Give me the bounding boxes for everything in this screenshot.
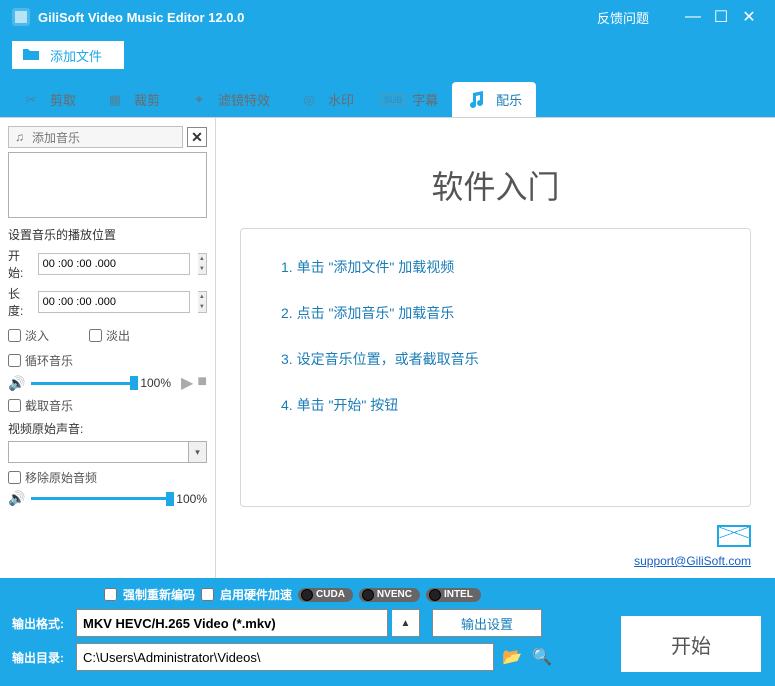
remove-original-checkbox[interactable] — [8, 471, 21, 484]
bottom-bar: 强制重新编码 启用硬件加速 CUDA NVENC INTEL 输出格式: MKV… — [0, 578, 775, 686]
start-button[interactable]: 开始 — [621, 616, 761, 672]
length-time-spinner[interactable]: ▲▼ — [198, 291, 207, 313]
add-music-label: 添加音乐 — [32, 129, 80, 146]
maximize-button[interactable]: ☐ — [707, 7, 735, 27]
dir-label: 输出目录: — [12, 649, 72, 666]
folder-add-icon — [22, 47, 40, 64]
volume-icon: 🔊 — [8, 490, 25, 507]
tab-cut-label: 剪取 — [50, 90, 76, 109]
title-bar: GiliSoft Video Music Editor 12.0.0 反馈问题 … — [0, 0, 775, 34]
tab-subtitle-label: 字幕 — [412, 90, 438, 109]
format-label: 输出格式: — [12, 615, 72, 632]
minimize-button[interactable]: — — [679, 8, 707, 26]
crop-icon: ▦ — [104, 91, 126, 109]
volume-icon: 🔊 — [8, 375, 25, 392]
music-icon: ♫ — [15, 130, 24, 144]
tab-subtitle[interactable]: SUB 字幕 — [368, 82, 452, 117]
tab-bar: ✂ 剪取 ▦ 裁剪 ✦ 滤镜特效 ◎ 水印 SUB 字幕 配乐 — [0, 76, 775, 118]
tab-crop-label: 裁剪 — [134, 90, 160, 109]
start-label: 开始: — [8, 247, 30, 281]
fade-out-checkbox[interactable] — [89, 329, 102, 342]
app-logo-icon — [12, 8, 30, 26]
wand-icon: ✦ — [188, 91, 210, 109]
guide-step-4: 4. 单击 "开始" 按钮 — [281, 395, 710, 415]
tab-music-label: 配乐 — [496, 90, 522, 109]
open-folder-button[interactable]: 🔍 — [530, 647, 554, 667]
browse-folder-button[interactable]: 📂 — [500, 647, 524, 667]
remove-original-label: 移除原始音频 — [25, 469, 97, 486]
tab-music[interactable]: 配乐 — [452, 82, 536, 117]
tab-cut[interactable]: ✂ 剪取 — [6, 82, 90, 117]
output-settings-button[interactable]: 输出设置 — [432, 609, 542, 637]
close-button[interactable]: ✕ — [735, 7, 763, 27]
tab-watermark-label: 水印 — [328, 90, 354, 109]
guide-box: 1. 单击 "添加文件" 加载视频 2. 点击 "添加音乐" 加载音乐 3. 设… — [240, 228, 751, 507]
start-time-input[interactable] — [38, 253, 190, 275]
fade-in-label: 淡入 — [25, 327, 49, 344]
original-volume-value: 100% — [176, 492, 207, 506]
fade-in-checkbox[interactable] — [8, 329, 21, 342]
original-audio-label: 视频原始声音: — [8, 420, 207, 437]
loop-label: 循环音乐 — [25, 352, 73, 369]
app-title: GiliSoft Video Music Editor 12.0.0 — [38, 10, 597, 25]
music-note-icon — [466, 91, 488, 109]
position-section-label: 设置音乐的播放位置 — [8, 226, 207, 243]
content-area: 软件入门 1. 单击 "添加文件" 加载视频 2. 点击 "添加音乐" 加载音乐… — [216, 118, 775, 578]
intel-badge: INTEL — [426, 588, 481, 602]
intercept-checkbox[interactable] — [8, 399, 21, 412]
watermark-icon: ◎ — [298, 91, 320, 109]
guide-step-3: 3. 设定音乐位置，或者截取音乐 — [281, 349, 710, 369]
start-time-spinner[interactable]: ▲▼ — [198, 253, 207, 275]
scissors-icon: ✂ — [20, 91, 42, 109]
remove-music-button[interactable]: ✕ — [187, 127, 207, 147]
music-sidebar: ♫ 添加音乐 ✕ 设置音乐的播放位置 开始: ▲▼ 长度: ▲▼ 淡入 淡出 循… — [0, 118, 216, 578]
mail-icon — [717, 525, 751, 547]
format-combo[interactable]: MKV HEVC/H.265 Video (*.mkv) — [76, 609, 388, 637]
add-music-button[interactable]: ♫ 添加音乐 — [8, 126, 183, 148]
subtitle-icon: SUB — [382, 91, 404, 109]
tab-effect-label: 滤镜特效 — [218, 90, 270, 109]
tab-crop[interactable]: ▦ 裁剪 — [90, 82, 174, 117]
music-volume-slider[interactable] — [31, 375, 134, 391]
intercept-label: 截取音乐 — [25, 397, 73, 414]
length-time-input[interactable] — [38, 291, 190, 313]
main-area: ♫ 添加音乐 ✕ 设置音乐的播放位置 开始: ▲▼ 长度: ▲▼ 淡入 淡出 循… — [0, 118, 775, 578]
hw-accel-label: 启用硬件加速 — [220, 586, 292, 603]
add-file-button[interactable]: 添加文件 — [12, 41, 124, 69]
original-volume-slider[interactable] — [31, 491, 170, 507]
tab-effect[interactable]: ✦ 滤镜特效 — [174, 82, 284, 117]
format-dropdown-button[interactable]: ▲ — [392, 609, 420, 637]
hw-accel-checkbox[interactable] — [201, 588, 214, 601]
length-label: 长度: — [8, 285, 30, 319]
support-email-link[interactable]: support@GiliSoft.com — [240, 554, 751, 568]
add-file-label: 添加文件 — [50, 46, 102, 65]
force-reencode-checkbox[interactable] — [104, 588, 117, 601]
guide-title: 软件入门 — [240, 162, 751, 208]
support-block: support@GiliSoft.com — [240, 525, 751, 568]
feedback-link[interactable]: 反馈问题 — [597, 8, 649, 27]
chevron-down-icon: ▾ — [188, 442, 206, 462]
guide-step-2: 2. 点击 "添加音乐" 加载音乐 — [281, 303, 710, 323]
music-list[interactable] — [8, 152, 207, 218]
play-button[interactable]: ▶ — [181, 373, 193, 393]
original-audio-combo[interactable]: ▾ — [8, 441, 207, 463]
cuda-badge: CUDA — [298, 588, 353, 602]
tab-watermark[interactable]: ◎ 水印 — [284, 82, 368, 117]
guide-step-1: 1. 单击 "添加文件" 加载视频 — [281, 257, 710, 277]
music-volume-value: 100% — [140, 376, 171, 390]
loop-checkbox[interactable] — [8, 354, 21, 367]
stop-button[interactable]: ■ — [197, 373, 207, 393]
fade-out-label: 淡出 — [106, 327, 130, 344]
force-reencode-label: 强制重新编码 — [123, 586, 195, 603]
nvenc-badge: NVENC — [359, 588, 420, 602]
toolbar: 添加文件 — [0, 34, 775, 76]
output-dir-input[interactable] — [76, 643, 494, 671]
